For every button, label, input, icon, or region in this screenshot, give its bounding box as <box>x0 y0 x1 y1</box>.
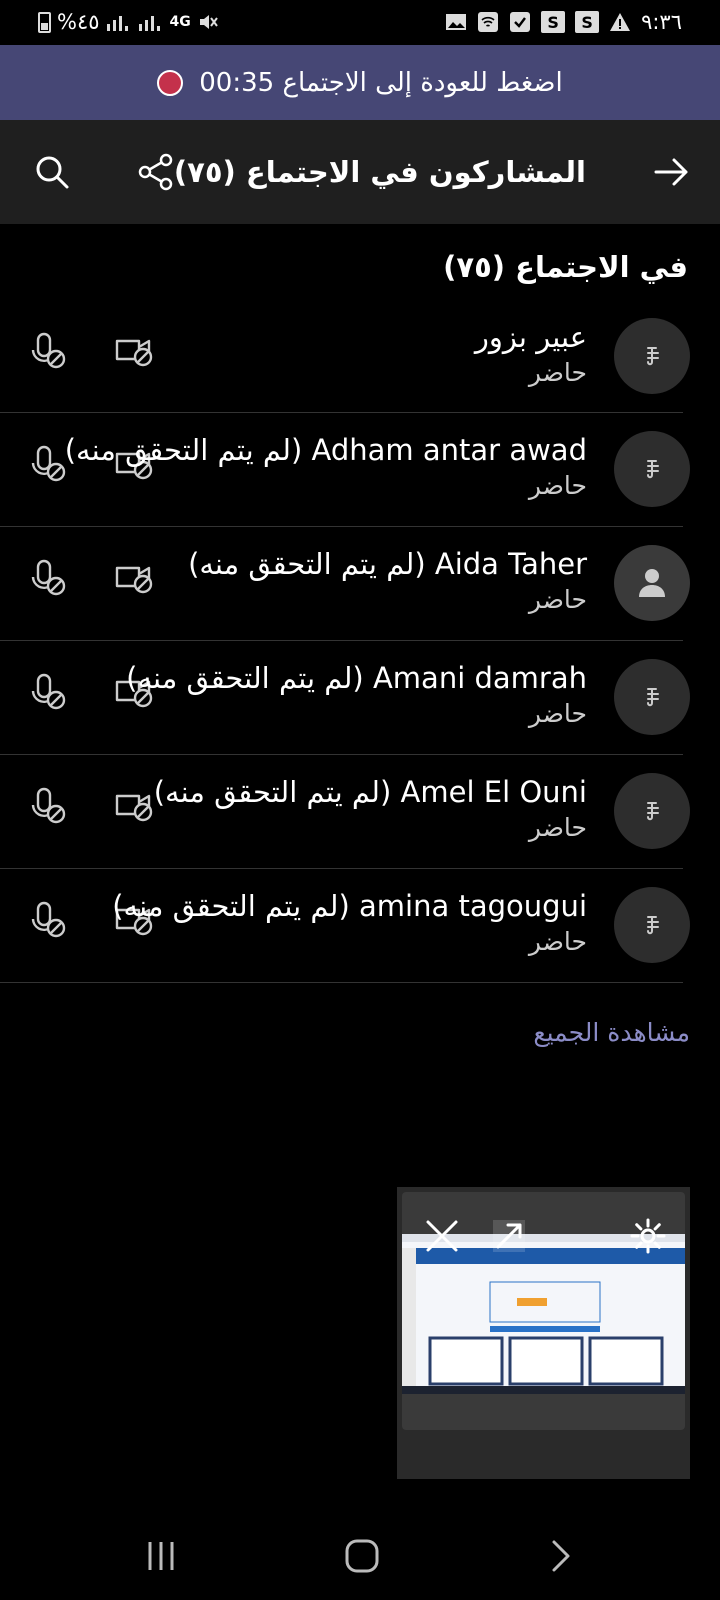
avatar <box>614 431 690 507</box>
participant-status: حاضر <box>528 927 587 956</box>
home-button[interactable] <box>338 1532 386 1580</box>
camera-off-icon <box>112 783 156 827</box>
share-icon <box>138 153 173 191</box>
participant-status: حاضر <box>528 585 587 614</box>
status-right: S S ٩:٣٦ <box>445 9 682 35</box>
avatar <box>614 773 690 849</box>
participant-name: Adham antar awad (لم يتم التحقق منه) <box>64 433 587 467</box>
mic-off-icon <box>26 555 70 599</box>
clock: ٩:٣٦ <box>641 10 682 34</box>
avatar-icon <box>647 460 659 479</box>
settings-button[interactable] <box>626 1214 670 1258</box>
battery-percent: %٤٥ <box>57 10 100 34</box>
avatar <box>614 887 690 963</box>
participant-name: Amani damrah (لم يتم التحقق منه) <box>126 661 587 695</box>
signal-icon-2 <box>138 12 164 32</box>
share-button[interactable] <box>134 150 178 194</box>
avatar-icon <box>647 347 659 366</box>
mic-off-icon <box>26 328 70 372</box>
participant-status: حاضر <box>528 699 587 728</box>
status-left: %٤٥ 4G <box>38 9 219 35</box>
participant-name: Aida Taher (لم يتم التحقق منه) <box>188 547 587 581</box>
participant-row[interactable]: Amel El Ouni (لم يتم التحقق منه) حاضر <box>0 755 690 869</box>
recording-icon <box>157 69 184 96</box>
participant-row[interactable]: عبير بزور حاضر <box>0 300 690 413</box>
header: المشاركون في الاجتماع (٧٥) <box>0 120 720 224</box>
page-title: المشاركون في الاجتماع (٧٥) <box>173 155 586 189</box>
mic-off-icon <box>26 669 70 713</box>
navigation-bar <box>0 1512 720 1600</box>
warning-icon <box>609 12 631 32</box>
avatar-icon <box>647 802 659 821</box>
participant-row[interactable]: Amani damrah (لم يتم التحقق منه) حاضر <box>0 641 690 755</box>
arrow-right-icon <box>654 158 688 186</box>
recent-apps-icon <box>148 1542 174 1570</box>
avatar <box>614 318 690 394</box>
camera-off-icon <box>112 328 156 372</box>
search-icon <box>36 156 69 189</box>
signal-icon <box>106 12 132 32</box>
chevron-right-icon <box>552 1540 570 1572</box>
see-all-link[interactable]: مشاهدة الجميع <box>533 1018 690 1047</box>
gear-icon <box>630 1218 666 1254</box>
s-app-icon: S <box>541 11 566 33</box>
section-title: في الاجتماع (٧٥) <box>443 250 688 284</box>
close-share-button[interactable] <box>420 1214 464 1258</box>
avatar-icon <box>647 688 659 707</box>
avatar <box>614 545 690 621</box>
participant-name: Amel El Ouni (لم يتم التحقق منه) <box>153 775 587 809</box>
image-icon <box>445 12 467 32</box>
search-button[interactable] <box>30 150 74 194</box>
pip-frame <box>402 1192 685 1430</box>
mic-off-icon <box>26 897 70 941</box>
close-icon <box>426 1220 458 1252</box>
return-to-meeting-banner[interactable]: اضغط للعودة إلى الاجتماع 00:35 <box>0 45 720 120</box>
back-button[interactable] <box>650 150 694 194</box>
participant-row[interactable]: Adham antar awad (لم يتم التحقق منه) حاض… <box>0 413 690 527</box>
mic-off-icon <box>26 441 70 485</box>
expand-icon <box>493 1220 525 1252</box>
person-icon <box>639 569 665 597</box>
shared-screen-thumbnail <box>402 1234 685 1394</box>
camera-off-icon <box>112 555 156 599</box>
return-text: اضغط للعودة إلى الاجتماع 00:35 <box>199 67 563 98</box>
expand-share-button[interactable] <box>487 1214 531 1258</box>
avatar-icon <box>647 916 659 935</box>
avatar <box>614 659 690 735</box>
recent-apps-button[interactable] <box>137 1532 185 1580</box>
participant-status: حاضر <box>528 813 587 842</box>
network-type: 4G <box>169 14 191 30</box>
home-icon <box>345 1539 379 1573</box>
mic-off-icon <box>26 783 70 827</box>
status-bar: %٤٥ 4G S S ٩:٣٦ <box>0 0 720 45</box>
participant-row[interactable]: Aida Taher (لم يتم التحقق منه) حاضر <box>0 527 690 641</box>
participant-name: عبير بزور <box>474 320 587 354</box>
participant-status: حاضر <box>528 358 587 387</box>
check-icon <box>509 11 531 33</box>
mute-icon <box>197 11 219 33</box>
participant-list: عبير بزور حاضر Adham antar awad (لم يتم … <box>0 300 720 983</box>
battery-icon <box>38 11 51 33</box>
back-nav-button[interactable] <box>538 1532 586 1580</box>
wifi-call-icon <box>477 11 499 33</box>
screen-share-pip[interactable] <box>397 1187 690 1479</box>
participant-row[interactable]: amina tagougui (لم يتم التحقق منه) حاضر <box>0 869 690 983</box>
participant-status: حاضر <box>528 471 587 500</box>
s-app-icon-2: S <box>575 11 600 33</box>
participant-name: amina tagougui (لم يتم التحقق منه) <box>112 889 587 923</box>
